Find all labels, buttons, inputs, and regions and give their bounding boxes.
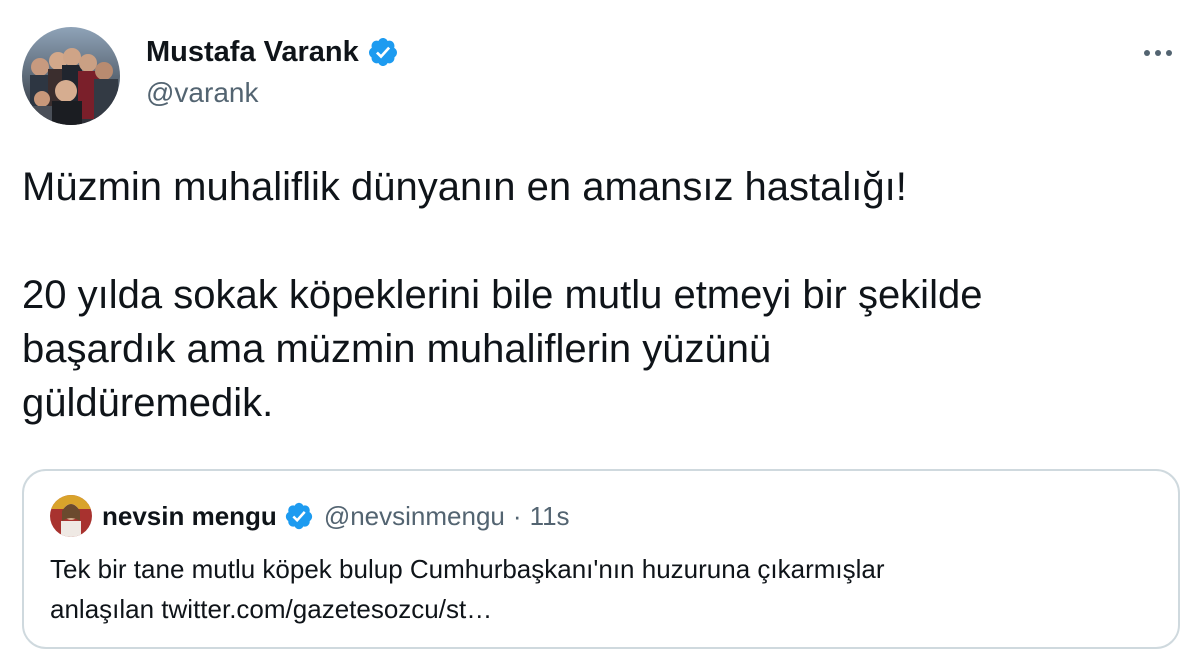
tweet-text-line: başardık ama müzmin muhaliflerin yüzünü [22, 327, 772, 371]
quoted-timestamp[interactable]: 11s [530, 501, 570, 532]
tweet-text-line: 20 yılda sokak köpeklerini bile mutlu et… [22, 273, 983, 317]
author-avatar[interactable] [22, 27, 120, 125]
author-name-row: Mustafa Varank [146, 34, 399, 70]
tweet-text-line: Müzmin muhaliflik dünyanın en amansız ha… [22, 165, 907, 209]
tweet-text: Müzmin muhaliflik dünyanın en amansız ha… [22, 160, 1182, 430]
avatar-photo [22, 27, 120, 125]
quoted-text-line: anlaşılan twitter.com/gazetesozcu/st… [50, 594, 493, 624]
quoted-avatar-photo [50, 495, 92, 537]
more-horizontal-icon [1144, 50, 1172, 56]
author-handle[interactable]: @varank [146, 77, 258, 109]
author-name[interactable]: Mustafa Varank [146, 36, 359, 69]
verified-badge-icon [284, 501, 314, 531]
more-options-button[interactable] [1138, 40, 1178, 66]
quoted-text-line: Tek bir tane mutlu köpek bulup Cumhurbaş… [50, 554, 885, 584]
quoted-tweet-text: Tek bir tane mutlu köpek bulup Cumhurbaş… [50, 549, 1150, 629]
separator-dot: · [512, 500, 522, 531]
quoted-author-avatar[interactable] [50, 495, 92, 537]
tweet-text-line: güldüremedik. [22, 381, 274, 425]
quoted-author-name: nevsin mengu [102, 500, 277, 531]
quoted-tweet-card[interactable]: nevsin mengu @nevsinmengu · 11s Tek bir … [22, 469, 1180, 649]
quoted-author-handle: @nevsinmengu [323, 500, 505, 531]
verified-badge-icon [367, 36, 399, 68]
quoted-tweet-header: nevsin mengu @nevsinmengu · 11s [50, 495, 570, 537]
